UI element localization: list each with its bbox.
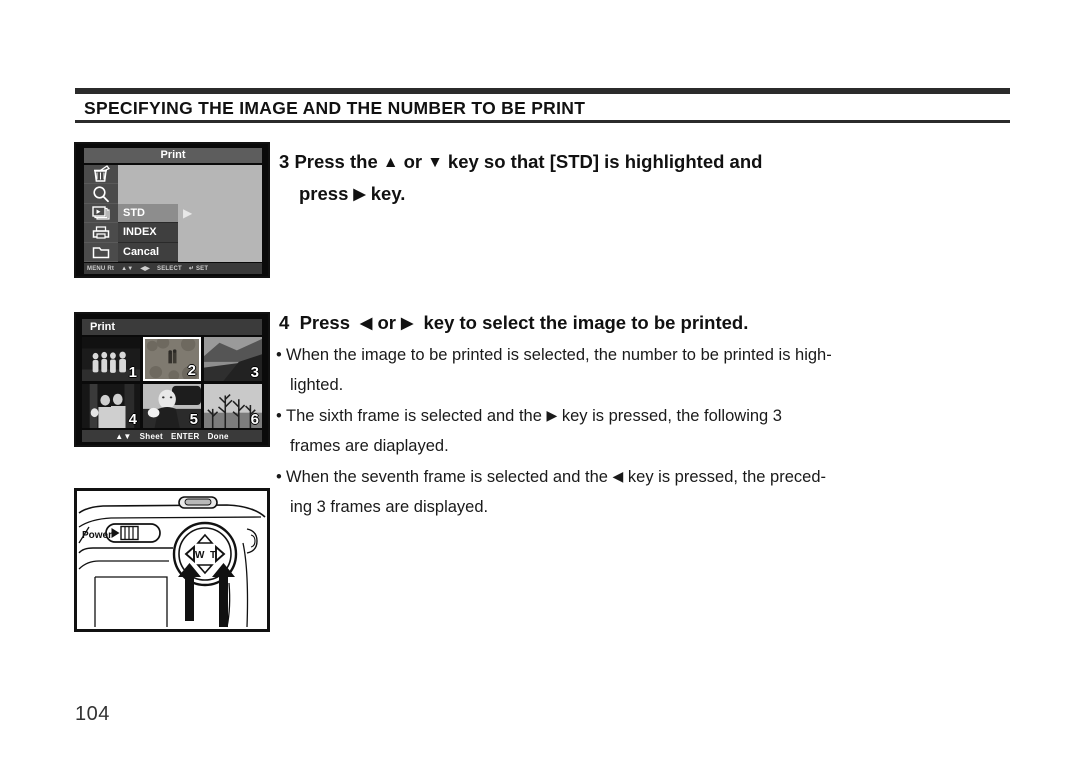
status-updown-icon: ▲▼ — [115, 431, 132, 441]
page-title: SPECIFYING THE IMAGE AND THE NUMBER TO B… — [84, 98, 586, 118]
svg-text:T: T — [210, 550, 216, 561]
thumbnail-5[interactable]: 5 — [143, 384, 201, 428]
status-select-label: SELECT — [157, 265, 182, 272]
lcd-print-menu-screenshot: Print STD INDEX Cancal ▶ MENU Rt ▲▼ ◀▶ S… — [74, 142, 270, 278]
left-arrow-icon: ◀ — [612, 468, 624, 484]
bullet-notes-list: • When the image to be printed is selecte… — [276, 340, 1021, 522]
page-number: 104 — [75, 703, 110, 725]
bullet-item: • When the image to be printed is selecte… — [276, 340, 1021, 400]
bullet-item: • When the seventh frame is selected and … — [276, 461, 1021, 522]
menu-cursor-right-arrow-icon: ▶ — [183, 206, 193, 221]
step-3-line1-b: key so that [STD] is highlighted and — [447, 151, 763, 172]
header-rule-top — [75, 88, 1010, 94]
thumbnail-4[interactable]: 4 — [82, 384, 140, 428]
bullet-text-cont: lighted. — [290, 376, 344, 394]
status-set-label: ↵ SET — [188, 266, 209, 272]
bullet-marker: • — [276, 346, 282, 364]
header-rule-bottom — [75, 120, 1010, 123]
bullet-text-b: key is pressed, the following 3 — [561, 407, 782, 425]
right-arrow-icon: ▶ — [353, 186, 366, 203]
thumbnail-number: 6 — [250, 411, 259, 428]
camera-back-illustration: Power W T — [74, 488, 270, 632]
step-3-line2-a: press — [299, 183, 349, 204]
bullet-text-cont: ing 3 frames are displayed. — [290, 498, 489, 516]
status-updown-icon: ▲▼ — [121, 265, 134, 272]
power-switch-icon — [105, 523, 161, 543]
step-3-instruction: 3 Press the ▲ or ▼ key so that [STD] is … — [279, 146, 1009, 210]
svg-text:W: W — [195, 550, 205, 561]
step-4-instruction: 4 Press ◀ or ▶ key to select the image t… — [279, 308, 1019, 339]
step-4-text-b: key to select the image to be printed. — [423, 312, 749, 333]
bullet-text-a: When the image to be printed is selected… — [286, 346, 832, 364]
lcd-print-menu-icon-column — [84, 165, 118, 262]
bullet-marker: • — [276, 407, 282, 425]
step-3-line2-b: key. — [370, 183, 406, 204]
thumbnail-3[interactable]: 3 — [204, 337, 262, 381]
thumbnail-1[interactable]: 1 — [82, 337, 140, 381]
right-arrow-icon: ▶ — [401, 315, 414, 332]
shutter-button-icon — [178, 496, 218, 509]
lcd-thumbnail-title: Print — [82, 319, 262, 335]
step-4-number: 4 — [279, 312, 290, 333]
bullet-text-b: key is pressed, the preced- — [627, 468, 827, 486]
step-3-line1-a: Press the — [294, 151, 378, 172]
status-sheet-label: Sheet — [139, 431, 163, 441]
right-arrow-icon: ▶ — [546, 407, 558, 423]
folder-icon[interactable] — [84, 243, 118, 262]
lcd-print-menu-body: STD INDEX Cancal ▶ — [84, 165, 262, 262]
thumbnail-number: 3 — [250, 364, 259, 381]
status-done-label: Done — [207, 431, 229, 441]
step-4-text-a: Press — [299, 312, 350, 333]
thumbnail-grid: 1 2 3 4 5 6 — [82, 337, 262, 428]
down-arrow-icon: ▼ — [427, 154, 443, 171]
status-enter-label: ENTER — [170, 431, 200, 441]
lcd-print-menu-status-bar: MENU Rt ▲▼ ◀▶ SELECT ↵ SET — [84, 263, 262, 274]
thumbnail-number: 4 — [128, 411, 137, 428]
step-3-or: or — [403, 151, 423, 172]
thumbnail-number: 2 — [187, 362, 196, 380]
step-4-or: or — [377, 312, 397, 333]
status-menu-return: MENU Rt — [87, 265, 115, 272]
printer-icon[interactable] — [84, 223, 118, 243]
left-arrow-icon: ◀ — [360, 315, 373, 332]
bullet-text-a: When the seventh frame is selected and t… — [286, 468, 608, 486]
step-3-number: 3 — [279, 151, 290, 172]
magnifier-icon[interactable] — [84, 184, 118, 204]
bullet-marker: • — [276, 468, 282, 486]
status-leftright-icon: ◀▶ — [140, 266, 150, 272]
bullet-text-a: The sixth frame is selected and the — [286, 407, 542, 425]
trash-icon[interactable] — [84, 165, 118, 185]
menu-item-std[interactable]: STD — [118, 203, 178, 224]
lcd-print-menu-title: Print — [84, 148, 262, 163]
menu-item-cancel[interactable]: Cancal — [118, 242, 178, 262]
lcd-print-menu-list: STD INDEX Cancal — [118, 203, 178, 262]
thumbnail-2[interactable]: 2 — [143, 337, 201, 381]
thumbnail-6[interactable]: 6 — [204, 384, 262, 428]
lcd-thumbnail-status-bar: ▲▼ Sheet ENTER Done — [82, 430, 262, 442]
slideshow-icon[interactable] — [84, 204, 118, 224]
menu-item-index[interactable]: INDEX — [118, 223, 178, 243]
thumbnail-number: 5 — [189, 411, 198, 428]
bullet-text-cont: frames are diaplayed. — [290, 437, 449, 455]
thumbnail-number: 1 — [128, 364, 137, 381]
lcd-thumbnail-index-screenshot: Print 1 2 3 4 5 6 ▲▼ Sheet ENTER Done — [74, 312, 270, 447]
bullet-item: • The sixth frame is selected and the ▶ k… — [276, 400, 1021, 461]
up-arrow-icon: ▲ — [382, 154, 399, 171]
